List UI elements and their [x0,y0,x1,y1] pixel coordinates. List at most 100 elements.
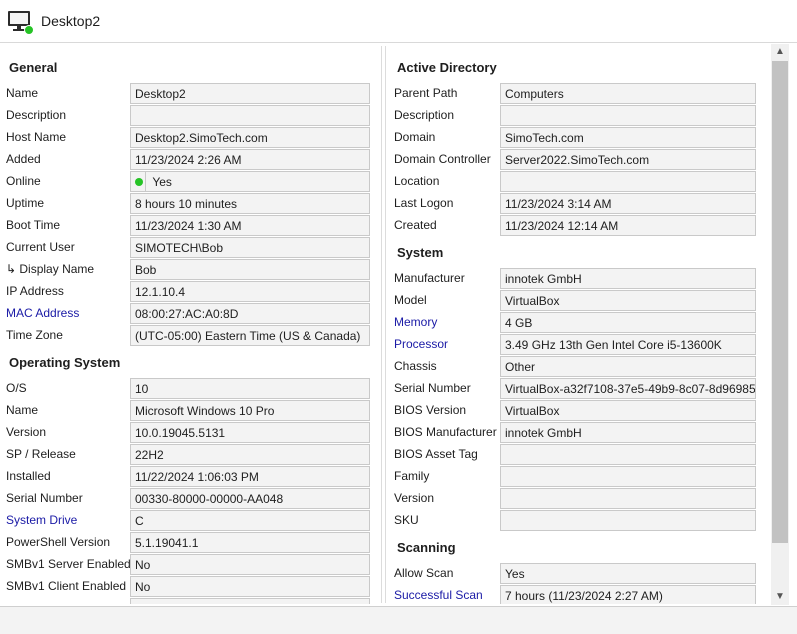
ad-row-domain-controller: Domain Controller Server2022.SimoTech.co… [388,149,770,171]
scroll-thumb[interactable] [772,61,788,543]
family-field[interactable] [500,466,756,487]
os-serial-number-field[interactable]: 00330-80000-00000-AA048 [130,488,370,509]
field-label: Family [394,469,430,483]
last-logon-field[interactable]: 11/23/2024 3:14 AM [500,193,756,214]
system-version-field[interactable] [500,488,756,509]
ip-address-field[interactable]: 12.1.10.4 [130,281,370,302]
os-row-version: Version 10.0.19045.5131 [0,422,380,444]
name-field[interactable]: Desktop2 [130,83,370,104]
system-row-processor: Processor 3.49 GHz 13th Gen Intel Core i… [388,334,770,356]
successful-scan-field[interactable]: 7 hours (11/23/2024 2:27 AM) [500,585,756,604]
general-row-name: Name Desktop2 [0,83,380,105]
divider [145,172,146,191]
os-version-field[interactable]: 10.0.19045.5131 [130,422,370,443]
manufacturer-field[interactable]: innotek GmbH [500,268,756,289]
left-panel: General Name Desktop2 Description Host N… [0,44,380,604]
os-row-partial [0,598,380,604]
field-label: BIOS Manufacturer [394,425,497,439]
system-row-manufacturer: Manufacturer innotek GmbH [388,268,770,290]
processor-field[interactable]: 3.49 GHz 13th Gen Intel Core i5-13600K [500,334,756,355]
os-name-field[interactable]: Microsoft Windows 10 Pro [130,400,370,421]
field-label: Name [6,86,39,100]
current-user-field[interactable]: SIMOTECH\Bob [130,237,370,258]
os-row-system-drive: System Drive C [0,510,380,532]
online-field[interactable]: Yes [130,171,370,192]
field-label: SMBv1 Client Enabled [6,579,127,593]
bios-manufacturer-field[interactable]: innotek GmbH [500,422,756,443]
system-row-version: Version [388,488,770,510]
os-row-smbv1-client: SMBv1 Client Enabled No [0,576,380,598]
os-row-installed: Installed 11/22/2024 1:06:03 PM [0,466,380,488]
sku-field[interactable] [500,510,756,531]
parent-path-field[interactable]: Computers [500,83,756,104]
domain-controller-field[interactable]: Server2022.SimoTech.com [500,149,756,170]
mac-address-field[interactable]: 08:00:27:AC:A0:8D [130,303,370,324]
bios-version-field[interactable]: VirtualBox [500,400,756,421]
general-row-display-name: ↳ Display Name Bob [0,259,380,281]
allow-scan-field[interactable]: Yes [500,563,756,584]
scroll-up-icon[interactable]: ▲ [771,44,789,60]
section-title-general: General [9,60,58,75]
field-label: Current User [6,240,75,254]
field-label: Description [6,108,67,122]
display-name-field[interactable]: Bob [130,259,370,280]
section-title-active-directory: Active Directory [397,60,497,75]
model-field[interactable]: VirtualBox [500,290,756,311]
system-drive-field[interactable]: C [130,510,370,531]
memory-field[interactable]: 4 GB [500,312,756,333]
successful-scan-link[interactable]: Successful Scan [394,588,483,602]
chassis-field[interactable]: Other [500,356,756,377]
added-field[interactable]: 11/23/2024 2:26 AM [130,149,370,170]
field-label: Version [6,425,47,439]
vertical-scrollbar[interactable]: ▲ ▼ [771,44,789,605]
field-label: Serial Number [6,491,83,505]
general-row-current-user: Current User SIMOTECH\Bob [0,237,380,259]
system-drive-link[interactable]: System Drive [6,513,77,527]
time-zone-field[interactable]: (UTC-05:00) Eastern Time (US & Canada) [130,325,370,346]
system-row-family: Family [388,466,770,488]
ad-row-parent-path: Parent Path Computers [388,83,770,105]
boot-time-field[interactable]: 11/23/2024 1:30 AM [130,215,370,236]
processor-link[interactable]: Processor [394,337,448,351]
scanning-row-successful-scan: Successful Scan 7 hours (11/23/2024 2:27… [388,585,770,604]
domain-field[interactable]: SimoTech.com [500,127,756,148]
description-field[interactable] [130,105,370,126]
mac-address-link[interactable]: MAC Address [6,306,79,320]
computer-online-icon [8,11,34,35]
uptime-field[interactable]: 8 hours 10 minutes [130,193,370,214]
field-label: BIOS Asset Tag [394,447,478,461]
field-label: Parent Path [394,86,458,100]
system-serial-number-field[interactable]: VirtualBox-a32f7108-37e5-49b9-8c07-8d969… [500,378,756,399]
created-field[interactable]: 11/23/2024 12:14 AM [500,215,756,236]
sp-release-field[interactable]: 22H2 [130,444,370,465]
field-label: Installed [6,469,51,483]
field-label: Added [6,152,41,166]
field-label: IP Address [6,284,64,298]
bios-asset-tag-field[interactable] [500,444,756,465]
field-label: Name [6,403,39,417]
ad-row-domain: Domain SimoTech.com [388,127,770,149]
scroll-down-icon[interactable]: ▼ [771,589,789,605]
field-label: BIOS Version [394,403,467,417]
field-label: Domain [394,130,436,144]
field-label: Chassis [394,359,437,373]
host-name-field[interactable]: Desktop2.SimoTech.com [130,127,370,148]
field-label: Online [6,174,41,188]
memory-link[interactable]: Memory [394,315,437,329]
status-bar [0,606,797,634]
installed-field[interactable]: 11/22/2024 1:06:03 PM [130,466,370,487]
system-row-model: Model VirtualBox [388,290,770,312]
partial-field[interactable] [130,598,370,604]
smbv1-client-field[interactable]: No [130,576,370,597]
online-value: Yes [152,175,172,189]
ad-row-created: Created 11/23/2024 12:14 AM [388,215,770,237]
location-field[interactable] [500,171,756,192]
os-field[interactable]: 10 [130,378,370,399]
column-splitter[interactable] [381,46,386,603]
smbv1-server-field[interactable]: No [130,554,370,575]
ad-description-field[interactable] [500,105,756,126]
scanning-row-allow-scan: Allow Scan Yes [388,563,770,585]
os-row-smbv1-server: SMBv1 Server Enabled No [0,554,380,576]
general-row-boot-time: Boot Time 11/23/2024 1:30 AM [0,215,380,237]
powershell-version-field[interactable]: 5.1.19041.1 [130,532,370,553]
